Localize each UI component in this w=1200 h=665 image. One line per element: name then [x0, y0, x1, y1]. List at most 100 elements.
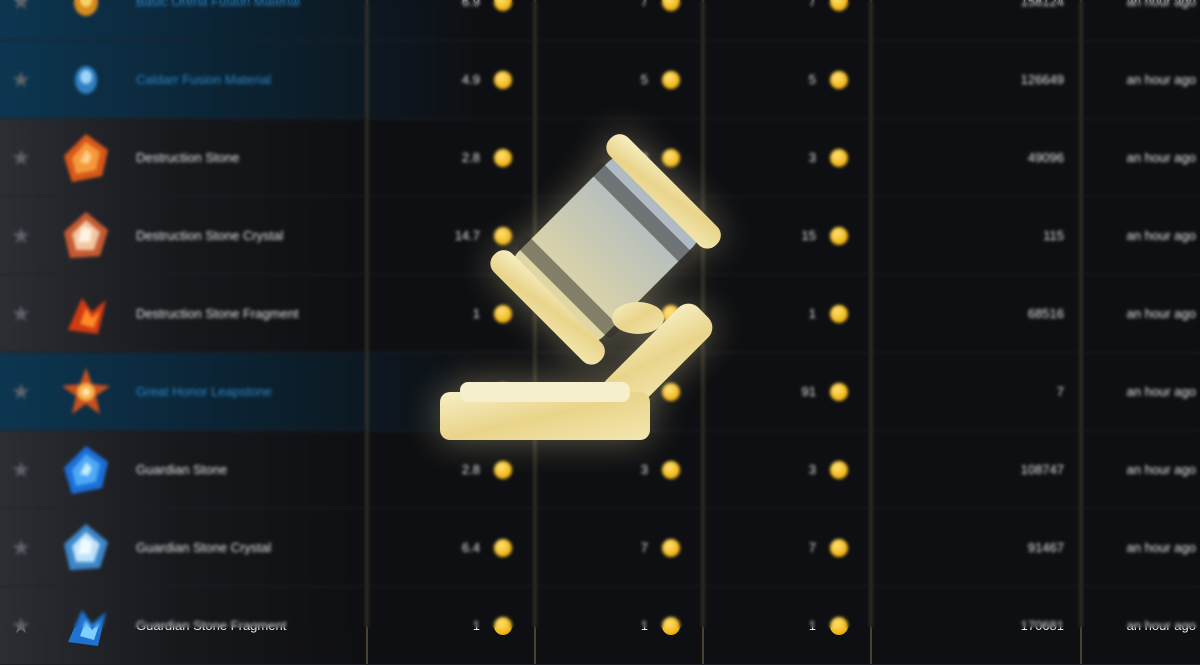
recent-price-cell: 5 — [534, 41, 702, 118]
destruction-crystal-icon — [36, 208, 136, 264]
updated-time: an hour ago — [1080, 431, 1200, 508]
avg-price-value: 4.9 — [461, 72, 480, 87]
gold-coin-icon — [830, 70, 848, 89]
lowest-price-value: 7 — [808, 0, 816, 9]
gold-coin-icon — [830, 460, 848, 479]
table-row[interactable]: ★ Caldarr Fusion Material 4.9 5 5 126649 an ho… — [0, 41, 1200, 119]
item-name-link[interactable]: Guardian Stone Crystal — [136, 540, 366, 555]
avg-price-value: 6.4 — [461, 540, 480, 555]
favorite-star-icon[interactable]: ★ — [0, 379, 36, 405]
favorite-star-icon[interactable]: ★ — [0, 535, 36, 561]
cheapest-remaining-value: 158124 — [870, 0, 1080, 40]
guardian-stone-icon — [36, 442, 136, 498]
auction-gavel-icon — [440, 134, 721, 440]
favorite-star-icon[interactable]: ★ — [0, 0, 36, 15]
gold-coin-icon — [830, 538, 848, 557]
leapstone-icon — [36, 364, 136, 420]
gold-coin-icon — [494, 460, 512, 479]
recent-price-value: 5 — [640, 72, 648, 87]
updated-time: an hour ago — [1080, 509, 1200, 586]
destruction-fragment-icon — [36, 286, 136, 342]
lowest-price-value: 91 — [801, 384, 816, 399]
lowest-price-value: 5 — [808, 72, 816, 87]
avg-price-value: 2.8 — [461, 462, 480, 477]
updated-time: an hour ago — [1080, 197, 1200, 274]
favorite-star-icon[interactable]: ★ — [0, 145, 36, 171]
lowest-price-value: 3 — [808, 150, 816, 165]
gold-coin-icon — [494, 70, 512, 89]
avg-price-cell: 1 — [366, 587, 534, 664]
avg-price-value: 1 — [472, 618, 480, 633]
updated-time: an hour ago — [1080, 41, 1200, 118]
item-name-link[interactable]: Basic Oreha Fusion Material — [136, 0, 366, 9]
gold-coin-icon — [830, 226, 848, 245]
gold-coin-icon — [494, 0, 512, 11]
guardian-fragment-icon — [36, 598, 136, 654]
lowest-price-cell: 5 — [702, 41, 870, 118]
item-name-link[interactable]: Destruction Stone Fragment — [136, 306, 366, 321]
gold-coin-icon — [494, 538, 512, 557]
lowest-price-cell: 1 — [702, 587, 870, 664]
lowest-price-value: 15 — [801, 228, 816, 243]
gold-coin-icon — [830, 382, 848, 401]
cheapest-remaining-value: 108747 — [870, 431, 1080, 508]
favorite-star-icon[interactable]: ★ — [0, 223, 36, 249]
table-row[interactable]: ★ Basic Oreha Fusion Material 6.9 7 7 158124 a… — [0, 0, 1200, 41]
lowest-price-value: 7 — [808, 540, 816, 555]
cheapest-remaining-value: 91467 — [870, 509, 1080, 586]
cheapest-remaining-value: 68516 — [870, 275, 1080, 352]
gold-coin-icon — [662, 460, 680, 479]
favorite-star-icon[interactable]: ★ — [0, 613, 36, 639]
recent-price-cell: 7 — [534, 0, 702, 40]
recent-price-value: 7 — [640, 540, 648, 555]
item-name-link[interactable]: Caldarr Fusion Material — [136, 72, 366, 87]
lowest-price-value: 1 — [808, 306, 816, 321]
recent-price-cell: 7 — [534, 509, 702, 586]
avg-price-cell: 6.4 — [366, 509, 534, 586]
recent-price-value: 3 — [640, 462, 648, 477]
updated-time: an hour ago — [1080, 0, 1200, 40]
fusion-material-orange-icon — [36, 0, 136, 22]
recent-price-value: 7 — [640, 0, 648, 9]
cheapest-remaining-value: 115 — [870, 197, 1080, 274]
destruction-stone-icon — [36, 130, 136, 186]
recent-price-value: 1 — [640, 618, 648, 633]
lowest-price-value: 3 — [808, 462, 816, 477]
item-name-link[interactable]: Great Honor Leapstone — [136, 384, 366, 399]
cheapest-remaining-value: 49096 — [870, 119, 1080, 196]
gold-coin-icon — [662, 70, 680, 89]
gold-coin-icon — [494, 616, 512, 635]
gold-coin-icon — [830, 616, 848, 635]
item-name-link[interactable]: Guardian Stone Fragment — [136, 618, 366, 633]
lowest-price-value: 1 — [808, 618, 816, 633]
guardian-crystal-icon — [36, 520, 136, 576]
gold-coin-icon — [662, 538, 680, 557]
table-row[interactable]: ★ Guardian Stone Fragment 1 1 1 170681 an hour… — [0, 587, 1200, 665]
cheapest-remaining-value: 170681 — [870, 587, 1080, 664]
gold-coin-icon — [662, 0, 680, 11]
lowest-price-cell: 7 — [702, 0, 870, 40]
favorite-star-icon[interactable]: ★ — [0, 67, 36, 93]
updated-time: an hour ago — [1080, 353, 1200, 430]
updated-time: an hour ago — [1080, 587, 1200, 664]
item-name-link[interactable]: Guardian Stone — [136, 462, 366, 477]
cheapest-remaining-value: 126649 — [870, 41, 1080, 118]
favorite-star-icon[interactable]: ★ — [0, 301, 36, 327]
item-name-link[interactable]: Destruction Stone Crystal — [136, 228, 366, 243]
gold-coin-icon — [830, 148, 848, 167]
item-name-link[interactable]: Destruction Stone — [136, 150, 366, 165]
gold-coin-icon — [830, 0, 848, 11]
lowest-price-cell: 7 — [702, 509, 870, 586]
recent-price-cell: 1 — [534, 587, 702, 664]
updated-time: an hour ago — [1080, 119, 1200, 196]
table-row[interactable]: ★ Guardian Stone Crystal 6.4 7 7 91467 an hour… — [0, 509, 1200, 587]
avg-price-value: 6.9 — [461, 0, 480, 9]
favorite-star-icon[interactable]: ★ — [0, 457, 36, 483]
cheapest-remaining-value: 7 — [870, 353, 1080, 430]
avg-price-cell: 4.9 — [366, 41, 534, 118]
fusion-material-blue-icon — [36, 60, 136, 100]
updated-time: an hour ago — [1080, 275, 1200, 352]
gold-coin-icon — [662, 616, 680, 635]
avg-price-cell: 6.9 — [366, 0, 534, 40]
gold-coin-icon — [830, 304, 848, 323]
